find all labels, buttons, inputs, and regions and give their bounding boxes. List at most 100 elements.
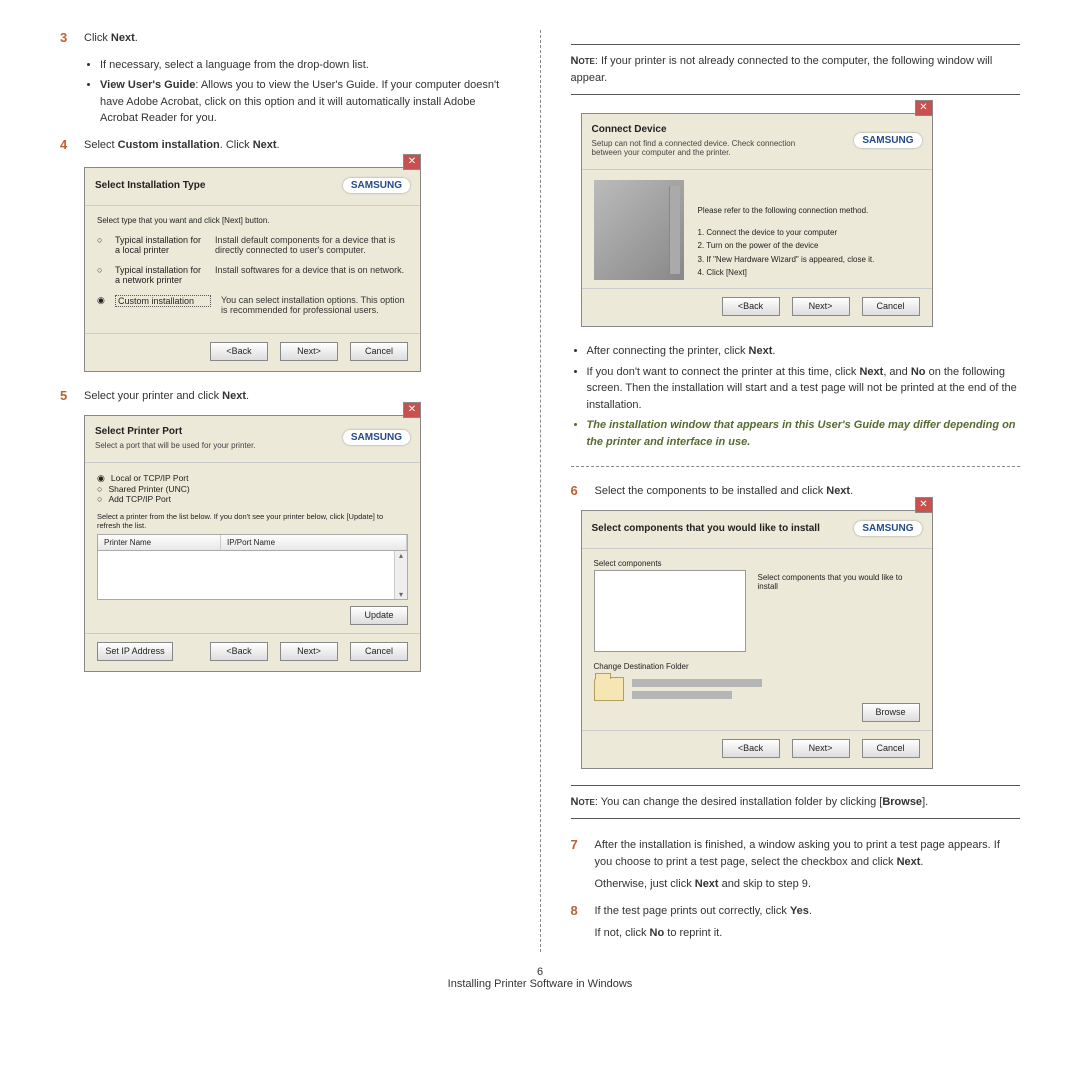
text: Otherwise, just click [595, 878, 695, 890]
cancel-button[interactable]: Cancel [862, 739, 920, 758]
step-text: Click Next. [84, 30, 510, 47]
text: After connecting the printer, click [587, 345, 749, 357]
text: Select your printer and click [84, 390, 222, 402]
dialog-intro: Select type that you want and click [Nex… [97, 216, 408, 225]
dialog-title: Select Installation Type [95, 180, 205, 191]
back-button[interactable]: <Back [722, 297, 780, 316]
radio-label: Shared Printer (UNC) [108, 484, 189, 494]
close-icon[interactable]: ✕ [915, 497, 933, 513]
brand-logo: SAMSUNG [854, 521, 921, 536]
hint-text: Select a printer from the list below. If… [97, 512, 408, 530]
text: If not, click [595, 927, 650, 939]
col-header[interactable]: Printer Name [98, 535, 221, 550]
line: 1. Connect the device to your computer [698, 226, 920, 240]
dialog-subtitle: Setup can not find a connected device. C… [592, 139, 822, 157]
bold: Next [253, 139, 277, 151]
side-text: Select components that you would like to… [758, 559, 920, 652]
line: 2. Turn on the power of the device [698, 239, 920, 253]
text: . Click [220, 139, 253, 151]
text: and skip to step 9. [719, 878, 811, 890]
scrollbar[interactable] [394, 551, 407, 599]
note-label: Note [571, 796, 595, 808]
component-list[interactable] [594, 570, 746, 652]
text: Select the components to be installed an… [595, 485, 827, 497]
step-text: Select Custom installation. Click Next. [84, 137, 510, 154]
bold: View User's Guide [100, 79, 195, 91]
step-5: 5 Select your printer and click Next. [60, 388, 510, 405]
step-number: 8 [571, 903, 595, 942]
text: Select [84, 139, 118, 151]
bold: Custom installation [118, 139, 220, 151]
step-text: After the installation is finished, a wi… [595, 837, 1021, 893]
bold: Next [826, 485, 850, 497]
next-button[interactable]: Next> [280, 342, 338, 361]
radio-icon[interactable]: ○ [97, 494, 102, 504]
browse-button[interactable]: Browse [862, 703, 920, 722]
note-box: Note: If your printer is not already con… [571, 44, 1021, 95]
brand-logo: SAMSUNG [343, 178, 410, 193]
column-separator [540, 30, 541, 952]
dialog-subtitle: Select a port that will be used for your… [95, 441, 256, 450]
step-text: Select your printer and click Next. [84, 388, 510, 405]
radio-label: Add TCP/IP Port [108, 494, 171, 504]
text: . [135, 32, 138, 44]
label: Change Destination Folder [594, 662, 920, 671]
back-button[interactable]: <Back [722, 739, 780, 758]
radio-icon[interactable]: ○ [97, 265, 109, 275]
text: , and [883, 366, 911, 378]
text: If you don't want to connect the printer… [587, 366, 860, 378]
step-8: 8 If the test page prints out correctly,… [571, 903, 1021, 942]
dialog-title: Select components that you would like to… [592, 523, 820, 534]
option-desc: Install softwares for a device that is o… [215, 265, 408, 275]
dialog-title: Select Printer Port [95, 426, 256, 437]
step-number: 4 [60, 137, 84, 154]
option-label: Typical installation for a network print… [115, 265, 205, 285]
page: 3 Click Next. If necessary, select a lan… [0, 0, 1080, 962]
radio-icon[interactable]: ◉ [97, 473, 105, 483]
text: . [246, 390, 249, 402]
update-button[interactable]: Update [350, 606, 408, 625]
printer-list[interactable] [97, 551, 408, 600]
close-icon[interactable]: ✕ [403, 402, 421, 418]
text: . [850, 485, 853, 497]
close-icon[interactable]: ✕ [403, 154, 421, 170]
text: After the installation is finished, a wi… [595, 839, 1000, 868]
divider [571, 466, 1021, 467]
radio-icon[interactable]: ○ [97, 484, 102, 494]
text: to reprint it. [664, 927, 722, 939]
bullet: If you don't want to connect the printer… [587, 364, 1021, 414]
option-desc: Install default components for a device … [215, 235, 408, 255]
next-button[interactable]: Next> [792, 739, 850, 758]
bullet-italic: The installation window that appears in … [587, 417, 1021, 450]
line: 4. Click [Next] [698, 266, 920, 280]
radio-icon[interactable]: ○ [97, 235, 109, 245]
next-button[interactable]: Next> [792, 297, 850, 316]
radio-icon[interactable]: ◉ [97, 295, 109, 306]
dialog-components: ✕ Select components that you would like … [581, 510, 933, 769]
text: . [277, 139, 280, 151]
close-icon[interactable]: ✕ [915, 100, 933, 116]
step-number: 7 [571, 837, 595, 893]
dialog-title: Connect Device [592, 124, 822, 135]
col-header[interactable]: IP/Port Name [221, 535, 407, 550]
text: If the test page prints out correctly, c… [595, 905, 790, 917]
back-button[interactable]: <Back [210, 342, 268, 361]
bullet: If necessary, select a language from the… [100, 57, 510, 74]
text: Click [84, 32, 111, 44]
placeholder-bar [632, 691, 732, 699]
bold: Next [222, 390, 246, 402]
cancel-button[interactable]: Cancel [862, 297, 920, 316]
bold: No [650, 927, 665, 939]
bold: Browse [882, 796, 922, 808]
step-number: 5 [60, 388, 84, 405]
cancel-button[interactable]: Cancel [350, 342, 408, 361]
option-desc: You can select installation options. Thi… [221, 295, 408, 315]
text: ]. [922, 796, 928, 808]
next-button[interactable]: Next> [280, 642, 338, 661]
back-button[interactable]: <Back [210, 642, 268, 661]
bold: No [911, 366, 926, 378]
set-ip-button[interactable]: Set IP Address [97, 642, 173, 661]
right-column: Note: If your printer is not already con… [571, 30, 1021, 952]
cancel-button[interactable]: Cancel [350, 642, 408, 661]
bold: Next [897, 856, 921, 868]
